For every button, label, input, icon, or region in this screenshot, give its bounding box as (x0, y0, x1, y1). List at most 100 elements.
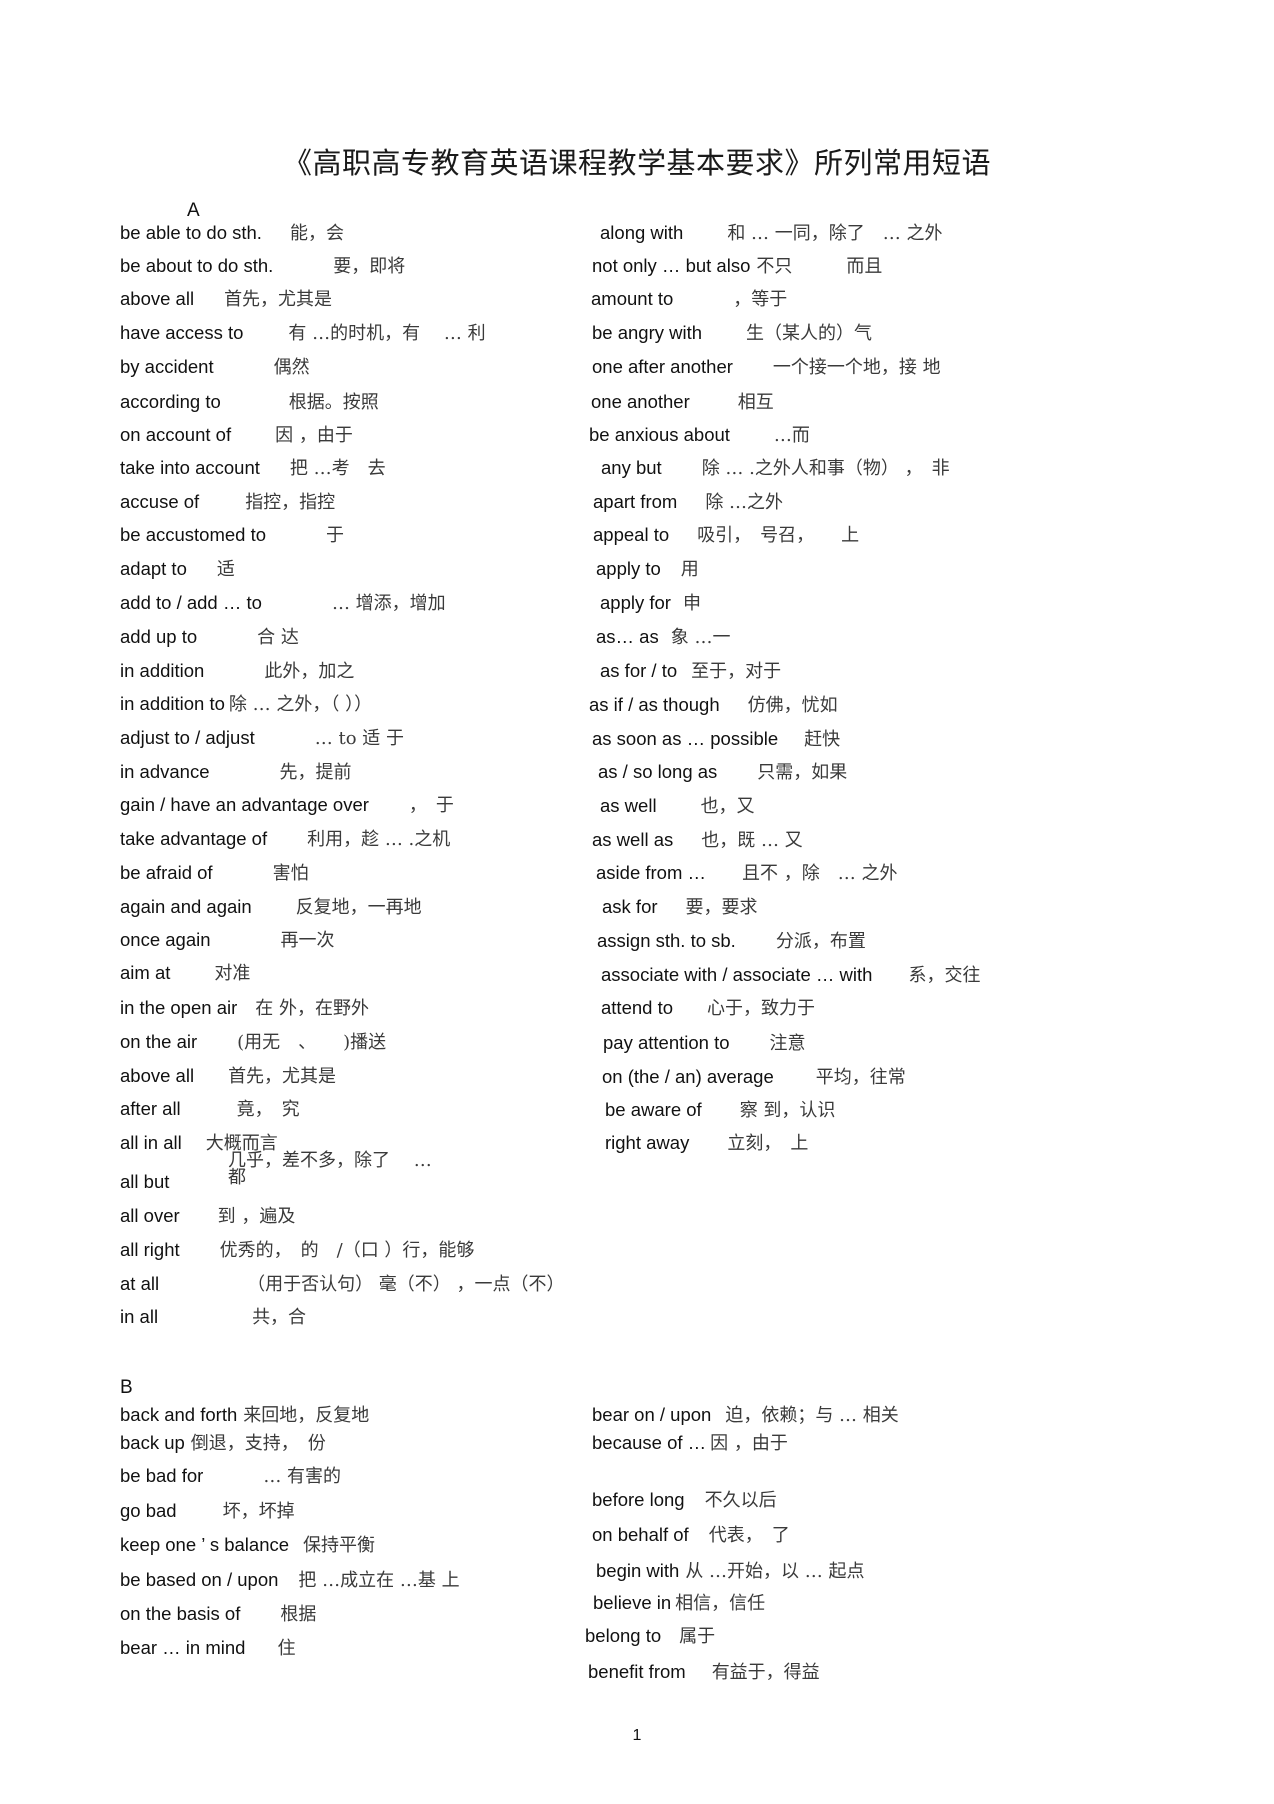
phrase-entry: adapt to 适 (120, 557, 235, 582)
phrase-entry: keep one ’ s balance 保持平衡 (120, 1533, 375, 1558)
phrase-english-pay-attention-to: pay attention to (603, 1032, 730, 1053)
phrase-chinese-meaning: ，等于 (733, 289, 788, 310)
phrase-english-once-again: once again (120, 929, 211, 950)
phrase-entry: on behalf of 代表， 了 (592, 1523, 790, 1548)
phrase-entry: above all 首先，尤其是 (120, 287, 332, 312)
phrase-entry: in addition 此外，加之 (120, 659, 354, 684)
phrase-entry: in all 共，合 (120, 1305, 306, 1330)
phrase-english-because-of: because of … (592, 1432, 707, 1453)
phrase-entry: according to 根据。按照 (120, 390, 379, 415)
phrase-english-in-all: in all (120, 1306, 159, 1327)
phrase-chinese-meaning: 首先，尤其是 (224, 289, 333, 310)
phrase-entry: aim at 对准 (120, 961, 250, 986)
phrase-entry: believe in 相信，信任 (593, 1591, 765, 1616)
phrase-english-keep-one-s-balance: keep one ’ s balance (120, 1534, 290, 1555)
phrase-chinese-meaning: … 增添，增加 (331, 593, 446, 614)
phrase-english-by-accident: by accident (120, 356, 214, 377)
phrase-chinese-meaning: 害怕 (272, 863, 309, 884)
phrase-chinese-meaning: 利用，趁 … .之机 (307, 829, 451, 850)
phrase-entry: go bad 坏，坏掉 (120, 1499, 295, 1524)
phrase-chinese-meaning: 到 ，遍及 (217, 1206, 296, 1227)
phrase-english-take-advantage-of: take advantage of (120, 828, 268, 849)
phrase-english-gain-have-an-advantage-over: gain / have an advantage over (120, 794, 369, 815)
phrase-chinese-meaning: 代表， 了 (708, 1525, 790, 1546)
phrase-english-back-up: back up (120, 1432, 185, 1453)
phrase-chinese-meaning: … 有害的 (263, 1466, 342, 1487)
phrase-entry: in addition to 除 … 之外，（ ）） (120, 692, 372, 717)
phrase-chinese-meaning: ， 于 (408, 795, 454, 816)
phrase-english-be-about-to-do-sth: be about to do sth. (120, 255, 274, 276)
phrase-entry: be based on / upon 把 …成立在 …基 上 (120, 1568, 460, 1593)
phrase-entry: apart from 除 …之外 (593, 490, 783, 515)
phrase-chinese-meaning: 先，提前 (279, 762, 352, 783)
section-letter-b: B (120, 1377, 133, 1398)
phrase-entry: begin with 从 …开始，以 … 起点 (596, 1559, 864, 1584)
phrase-chinese-meaning: 也，又 (700, 796, 755, 817)
phrase-entry: have access to 有 …的时机，有 … 利 (120, 321, 486, 346)
phrase-entry: in the open air 在 外，在野外 (120, 996, 369, 1021)
phrase-english-at-all: at all (120, 1273, 160, 1294)
phrase-chinese-meaning: 合 达 (257, 627, 299, 648)
phrase-english-one-another: one another (591, 391, 690, 412)
phrase-entry: amount to ，等于 (591, 287, 787, 312)
phrase-english-as-for-to: as for / to (600, 660, 678, 681)
phrase-english-be-anxious-about: be anxious about (589, 424, 730, 445)
phrase-chinese-meaning: 根据。按照 (288, 392, 379, 413)
phrase-entry: add up to 合 达 (120, 625, 299, 650)
phrase-chinese-meaning: 象 …一 (670, 627, 731, 648)
phrase-entry: as soon as … possible 赶快 (592, 727, 840, 752)
phrase-english-be-based-on-upon: be based on / upon (120, 1569, 279, 1590)
phrase-english-belong-to: belong to (585, 1625, 662, 1646)
phrase-english-bear-in-mind: bear … in mind (120, 1637, 246, 1658)
phrase-entry: one after another 一个接一个地，接 地 (592, 355, 941, 380)
phrase-english-begin-with: begin with (596, 1560, 680, 1581)
phrase-entry: by accident 偶然 (120, 355, 310, 380)
phrase-chinese-meaning: 除 …之外 (705, 492, 784, 513)
phrase-entry: on account of 因 ，由于 (120, 423, 353, 448)
phrase-english-apply-to: apply to (596, 558, 661, 579)
phrase-entry: be bad for … 有害的 (120, 1464, 341, 1489)
phrase-english-aside-from: aside from … (596, 862, 707, 883)
phrase-english-all-over: all over (120, 1205, 180, 1226)
phrase-english-apply-for: apply for (600, 592, 671, 613)
phrase-english-in-addition: in addition (120, 660, 205, 681)
phrase-chinese-meaning: 除 … .之外人和事（物） ， 非 (701, 458, 950, 479)
phrase-entry: apply for 申 (600, 591, 701, 616)
phrase-entry: above all 首先，尤其是 (120, 1064, 336, 1089)
phrase-entry: be anxious about …而 (589, 423, 810, 448)
phrase-chinese-meaning: 适 (216, 559, 235, 580)
phrase-chinese-meaning: 除 … 之外，（ ）） (228, 694, 373, 715)
page-title: 《高职高专教育英语课程教学基本要求》所列常用短语 (282, 146, 991, 180)
phrase-entry: as if / as though 仿佛，忧如 (589, 693, 838, 718)
phrase-entry: assign sth. to sb. 分派，布置 (597, 929, 866, 954)
phrase-chinese-meaning: 赶快 (804, 729, 841, 750)
phrase-chinese-meaning: 相互 (737, 392, 774, 413)
phrase-english-assign-sth-to-sb: assign sth. to sb. (597, 930, 736, 951)
phrase-chinese-meaning: 心于，致力于 (707, 998, 816, 1019)
phrase-chinese-meaning: 从 …开始，以 … 起点 (685, 1561, 865, 1582)
phrase-entry: benefit from 有益于，得益 (588, 1660, 820, 1685)
phrase-entry: once again 再一次 (120, 928, 335, 953)
phrase-chinese-meaning: 再一次 (280, 930, 335, 951)
phrase-chinese-meaning: 系，交往 (908, 965, 981, 986)
phrase-chinese-meaning: 住 (277, 1638, 296, 1659)
phrase-english-all-right: all right (120, 1239, 180, 1260)
phrase-entry: as well 也，又 (600, 794, 755, 819)
phrase-chinese-meaning: (用无 、 )播送 (237, 1032, 387, 1053)
phrase-entry: take advantage of 利用，趁 … .之机 (120, 827, 450, 852)
phrase-entry: as well as 也，既 … 又 (592, 828, 803, 853)
phrase-english-add-up-to: add up to (120, 626, 198, 647)
phrase-chinese-meaning: 来回地，反复地 (243, 1405, 370, 1426)
phrase-english-on-behalf-of: on behalf of (592, 1524, 689, 1545)
phrase-chinese-meaning: 首先，尤其是 (228, 1066, 337, 1087)
phrase-chinese-meaning: 竟， 究 (236, 1099, 300, 1120)
phrase-english-be-accustomed-to: be accustomed to (120, 524, 267, 545)
phrase-entry: belong to 属于 (585, 1624, 715, 1649)
phrase-entry: back up 倒退，支持， 份 (120, 1431, 326, 1456)
phrase-entry: along with 和 … 一同，除了 … 之外 (600, 221, 942, 246)
phrase-english-apart-from: apart from (593, 491, 678, 512)
phrase-english-as-if-as-though: as if / as though (589, 694, 720, 715)
phrase-chinese-meaning: 察 到，认识 (739, 1100, 836, 1121)
phrase-english-not-only-but-also: not only … but also (592, 255, 751, 276)
phrase-entry: associate with / associate … with 系，交往 (601, 963, 980, 988)
